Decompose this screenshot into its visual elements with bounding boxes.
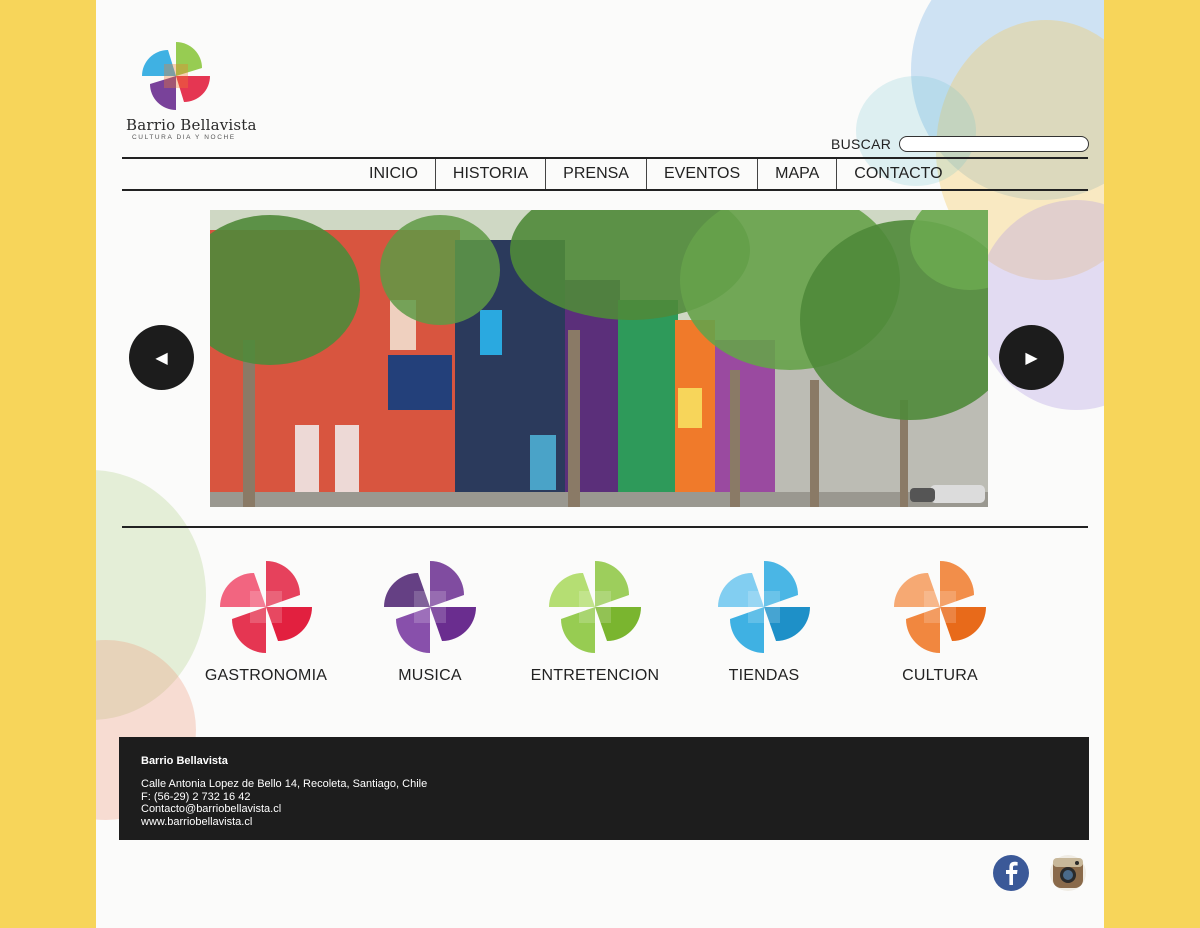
category-gastronomia[interactable]: GASTRONOMIA: [186, 557, 346, 685]
cultura-icon: [894, 561, 986, 653]
background-right-panel: [1104, 0, 1200, 928]
footer-phone: F: (56-29) 2 732 16 42: [141, 790, 251, 803]
nav-item-contacto[interactable]: CONTACTO: [837, 159, 959, 189]
section-divider: [122, 526, 1088, 528]
nav-item-historia[interactable]: HISTORIA: [436, 159, 547, 189]
tiendas-icon: [718, 561, 810, 653]
bellavista-logo-icon: [142, 42, 210, 110]
main-nav: INICIO HISTORIA PRENSA EVENTOS MAPA CONT…: [122, 157, 1088, 191]
search-bar: BUSCAR: [831, 136, 1090, 152]
footer-title: Barrio Bellavista: [141, 755, 228, 767]
page: Barrio Bellavista CULTURA DIA Y NOCHE BU…: [96, 0, 1104, 928]
gastronomia-icon: [220, 561, 312, 653]
slider-prev-button[interactable]: ◀: [129, 325, 194, 390]
nav-item-mapa[interactable]: MAPA: [758, 159, 838, 189]
footer-email[interactable]: Contacto@barriobellavista.cl: [141, 803, 1067, 816]
category-label: TIENDAS: [728, 667, 800, 684]
chevron-right-icon: ▶: [1025, 349, 1038, 367]
musica-icon: [384, 561, 476, 653]
facebook-icon: [1006, 861, 1018, 885]
category-label: CULTURA: [902, 667, 978, 684]
hero-slider-image: [210, 210, 988, 507]
instagram-button[interactable]: [1050, 855, 1086, 891]
category-musica[interactable]: MUSICA: [350, 557, 510, 685]
site-footer: Barrio Bellavista Calle Antonia Lopez de…: [119, 737, 1089, 840]
slider-next-button[interactable]: ▶: [999, 325, 1064, 390]
site-logo[interactable]: Barrio Bellavista CULTURA DIA Y NOCHE: [126, 38, 257, 141]
search-input[interactable]: [899, 136, 1090, 152]
logo-name: Barrio Bellavista: [126, 116, 257, 134]
nav-item-eventos[interactable]: EVENTOS: [647, 159, 759, 189]
footer-address: Calle Antonia Lopez de Bello 14, Recolet…: [141, 778, 428, 790]
category-tiendas[interactable]: TIENDAS: [684, 557, 844, 685]
street-photo: [210, 210, 988, 507]
instagram-icon: [1053, 858, 1083, 888]
logo-tagline: CULTURA DIA Y NOCHE: [132, 134, 236, 141]
footer-website[interactable]: www.barriobellavista.cl: [141, 816, 1067, 829]
background-left-panel: [0, 0, 96, 928]
category-label: GASTRONOMIA: [204, 667, 328, 684]
category-label: ENTRETENCION: [530, 667, 660, 684]
chevron-left-icon: ◀: [155, 349, 168, 367]
category-label: MUSICA: [398, 667, 462, 684]
nav-item-inicio[interactable]: INICIO: [352, 159, 436, 189]
category-entretencion[interactable]: ENTRETENCION: [515, 557, 675, 685]
nav-item-prensa[interactable]: PRENSA: [546, 159, 647, 189]
entretencion-icon: [549, 561, 641, 653]
search-label: BUSCAR: [831, 136, 892, 152]
category-cultura[interactable]: CULTURA: [860, 557, 1020, 685]
facebook-button[interactable]: [993, 855, 1029, 891]
